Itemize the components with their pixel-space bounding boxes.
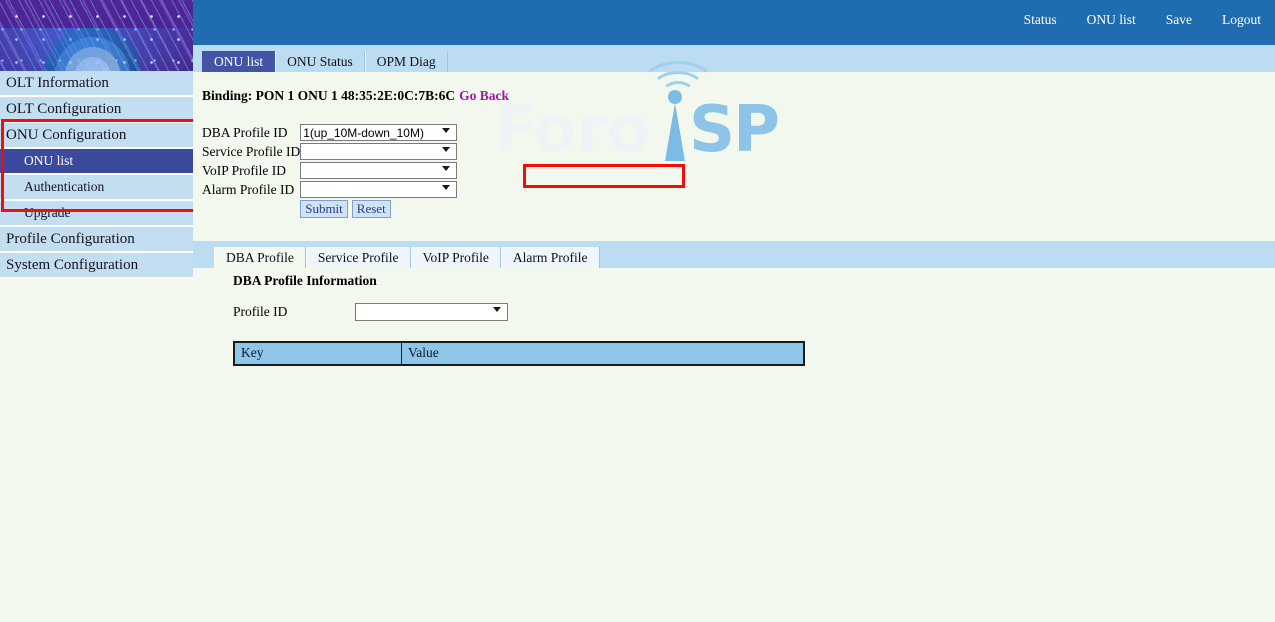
profile-tab-service-profile[interactable]: Service Profile — [306, 247, 411, 268]
label-dba-profile-id: DBA Profile ID — [202, 123, 300, 142]
main-content: ONU listONU StatusOPM Diag Binding: PON … — [193, 45, 1275, 622]
panel-title: DBA Profile Information — [233, 273, 377, 289]
select-voip-profile-id[interactable] — [300, 162, 457, 179]
annotation-box-dba-profile-id — [523, 164, 685, 188]
table-header-row: KeyValue — [234, 342, 804, 365]
sidebar-item-profile-configuration[interactable]: Profile Configuration — [0, 227, 193, 253]
binding-info: Binding: PON 1 ONU 1 48:35:2E:0C:7B:6C Go… — [202, 88, 1275, 104]
select-alarm-profile-id[interactable] — [300, 181, 457, 198]
form-row: Alarm Profile ID — [202, 180, 457, 199]
profile-tab-alarm-profile[interactable]: Alarm Profile — [501, 247, 600, 268]
key-value-table: KeyValue — [233, 341, 805, 366]
brand-banner — [0, 0, 193, 71]
sidebar-menu: OLT InformationOLT ConfigurationONU Conf… — [0, 71, 193, 279]
form-row: DBA Profile ID1(up_10M-down_10M) — [202, 123, 457, 142]
submit-button[interactable]: Submit — [300, 200, 348, 218]
select-wrapper-alarm-profile-id — [300, 181, 457, 198]
label-service-profile-id: Service Profile ID — [202, 142, 300, 161]
label-voip-profile-id: VoIP Profile ID — [202, 161, 300, 180]
sidebar-item-system-configuration[interactable]: System Configuration — [0, 253, 193, 279]
topnav-status[interactable]: Status — [1024, 12, 1057, 28]
sidebar-item-upgrade[interactable]: Upgrade — [0, 201, 193, 227]
sidebar-item-olt-information[interactable]: OLT Information — [0, 71, 193, 97]
form-buttons: SubmitReset — [300, 199, 457, 218]
column-header-key: Key — [234, 342, 402, 365]
column-header-value: Value — [402, 342, 805, 365]
select-wrapper-service-profile-id — [300, 143, 457, 160]
field-service-profile-id — [300, 142, 457, 161]
tab-onu-status[interactable]: ONU Status — [275, 51, 365, 72]
tab-onu-list[interactable]: ONU list — [202, 51, 275, 72]
profile-tab-dba-profile[interactable]: DBA Profile — [214, 247, 306, 268]
profile-tab-strip: DBA ProfileService ProfileVoIP ProfileAl… — [193, 241, 1275, 268]
topnav-onu-list[interactable]: ONU list — [1087, 12, 1136, 28]
tab-opm-diag[interactable]: OPM Diag — [365, 51, 448, 72]
go-back-link[interactable]: Go Back — [459, 88, 509, 103]
form-button-spacer — [202, 199, 300, 218]
top-header-bar: Status ONU list Save Logout — [193, 0, 1275, 45]
sidebar-item-onu-configuration[interactable]: ONU Configuration — [0, 123, 193, 149]
primary-tab-strip: ONU listONU StatusOPM Diag — [193, 45, 1275, 72]
globe-glow-decoration — [0, 28, 193, 71]
form-row: Service Profile ID — [202, 142, 457, 161]
watermark-text-primary: Foro — [493, 93, 650, 167]
foroisp-watermark: Foro SP — [493, 57, 783, 167]
profile-binding-form: DBA Profile ID1(up_10M-down_10M)Service … — [202, 123, 457, 218]
select-wrapper-voip-profile-id — [300, 162, 457, 179]
sidebar-item-authentication[interactable]: Authentication — [0, 175, 193, 201]
select-dba-profile-id[interactable]: 1(up_10M-down_10M) — [300, 124, 457, 141]
key-value-table-head: KeyValue — [234, 342, 804, 365]
reset-button[interactable]: Reset — [352, 200, 391, 218]
binding-text: Binding: PON 1 ONU 1 48:35:2E:0C:7B:6C — [202, 88, 455, 103]
profile-id-select[interactable] — [355, 303, 508, 321]
topnav-logout[interactable]: Logout — [1222, 12, 1261, 28]
topnav-save[interactable]: Save — [1166, 12, 1192, 28]
form-button-row: SubmitReset — [202, 199, 457, 218]
profile-tab-voip-profile[interactable]: VoIP Profile — [411, 247, 501, 268]
profile-id-row: Profile ID — [233, 303, 508, 321]
select-service-profile-id[interactable] — [300, 143, 457, 160]
watermark-text-secondary: SP — [689, 93, 778, 167]
profile-form-table: DBA Profile ID1(up_10M-down_10M)Service … — [202, 123, 457, 218]
select-wrapper-dba-profile-id: 1(up_10M-down_10M) — [300, 124, 457, 141]
form-row: VoIP Profile ID — [202, 161, 457, 180]
profile-id-label: Profile ID — [233, 304, 355, 320]
profile-id-select-wrapper — [355, 303, 508, 321]
field-dba-profile-id: 1(up_10M-down_10M) — [300, 123, 457, 142]
field-voip-profile-id — [300, 161, 457, 180]
field-alarm-profile-id — [300, 180, 457, 199]
sidebar-item-olt-configuration[interactable]: OLT Configuration — [0, 97, 193, 123]
tower-icon — [665, 103, 685, 161]
label-alarm-profile-id: Alarm Profile ID — [202, 180, 300, 199]
top-navigation: Status ONU list Save Logout — [1024, 12, 1261, 28]
sidebar-item-onu-list[interactable]: ONU list — [0, 149, 193, 175]
